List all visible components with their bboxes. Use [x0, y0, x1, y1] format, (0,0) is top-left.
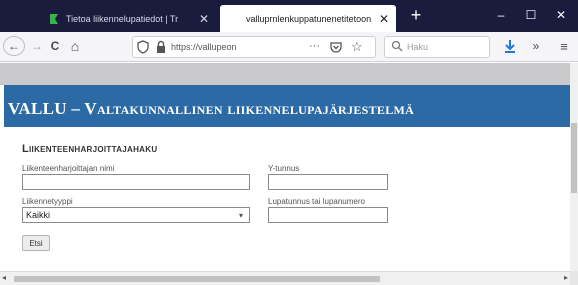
site-title: VALLU – Valtakunnallinen liikennelupajär… — [8, 99, 415, 118]
vertical-scroll-thumb[interactable] — [571, 123, 577, 193]
tab-active[interactable]: valluprnlenkuppatunenetitetoon ✕ — [220, 5, 396, 32]
operator-name-input[interactable] — [22, 174, 250, 190]
scroll-left-arrow-icon[interactable]: ◂ — [2, 273, 6, 282]
home-button[interactable]: ⌂ — [65, 36, 85, 56]
window-close-button[interactable]: ✕ — [546, 4, 576, 26]
reload-icon: C — [50, 39, 60, 53]
search-bar[interactable] — [384, 36, 490, 58]
traffic-type-value: Kaikki — [26, 210, 51, 220]
window-maximize-button[interactable]: ☐ — [516, 4, 546, 26]
tab-close-icon[interactable]: ✕ — [196, 12, 212, 26]
forward-button[interactable]: → — [27, 36, 47, 56]
app-menu-button[interactable]: ≡ — [554, 36, 574, 56]
page-top-area — [0, 63, 570, 85]
url-text[interactable]: https://vallupeon — [171, 42, 237, 52]
tab-close-icon[interactable]: ✕ — [376, 12, 392, 26]
back-arrow-icon: ← — [8, 39, 20, 53]
search-form: Liikenteenharjoittajahaku Liikenteenharj… — [4, 127, 570, 271]
new-tab-button[interactable]: + — [406, 5, 426, 27]
traffic-type-select[interactable]: Kaikki ▾ — [22, 207, 250, 223]
operator-name-label: Liikenteenharjoittajan nimi — [22, 164, 115, 173]
window-minimize-button[interactable]: – — [486, 4, 516, 26]
reload-button[interactable]: C — [45, 36, 65, 56]
page-actions-icon[interactable]: ··· — [309, 40, 320, 52]
tab-inactive[interactable]: Tietoa liikennelupatiedot | Tr ✕ — [40, 5, 216, 32]
browser-nav-bar: ← → C ⌂ https://vallupeon ··· ☆ Haku » ≡ — [0, 32, 578, 62]
forward-arrow-icon: → — [31, 39, 43, 53]
permit-id-input[interactable] — [268, 207, 388, 223]
chevron-down-icon: ▾ — [238, 210, 243, 220]
search-input[interactable] — [407, 40, 487, 54]
download-button[interactable] — [500, 36, 520, 56]
horizontal-scrollbar[interactable]: ◂ ▸ — [0, 271, 570, 285]
toolbar-overflow-button[interactable]: » — [526, 36, 546, 56]
download-arrow-icon — [505, 40, 515, 53]
hamburger-menu-icon: ≡ — [560, 38, 568, 54]
business-id-label: Y-tunnus — [268, 164, 300, 173]
traficom-favicon-icon — [50, 13, 58, 24]
lock-icon — [157, 40, 165, 53]
bookmark-star-icon[interactable]: ☆ — [351, 39, 363, 55]
overflow-chevron-icon: » — [532, 39, 540, 53]
vertical-scrollbar[interactable] — [570, 63, 578, 271]
page-favicon-icon — [228, 13, 240, 25]
form-title: Liikenteenharjoittajahaku — [22, 143, 158, 155]
search-button[interactable]: Etsi — [22, 235, 50, 251]
pocket-icon[interactable] — [329, 40, 343, 54]
horizontal-scroll-thumb[interactable] — [14, 276, 380, 282]
url-bar[interactable]: https://vallupeon ··· ☆ — [132, 36, 376, 58]
permit-id-label: Lupatunnus tai lupanumero — [268, 197, 365, 206]
tab-title: valluprnlenkuppatunenetitetoon — [246, 13, 372, 24]
traffic-type-label: Liikennetyyppi — [22, 197, 73, 206]
scrollbar-corner — [570, 271, 578, 285]
home-icon: ⌂ — [70, 38, 80, 54]
back-button[interactable]: ← — [3, 36, 25, 56]
tracking-shield-icon — [137, 40, 149, 54]
scroll-right-arrow-icon[interactable]: ▸ — [564, 273, 568, 282]
site-header-banner: VALLU – Valtakunnallinen liikennelupajär… — [4, 85, 570, 127]
business-id-input[interactable] — [268, 174, 388, 190]
browser-tab-bar: Tietoa liikennelupatiedot | Tr ✕ vallupr… — [0, 0, 578, 32]
tab-title: Tietoa liikennelupatiedot | Tr — [66, 13, 179, 24]
search-icon — [391, 40, 403, 52]
